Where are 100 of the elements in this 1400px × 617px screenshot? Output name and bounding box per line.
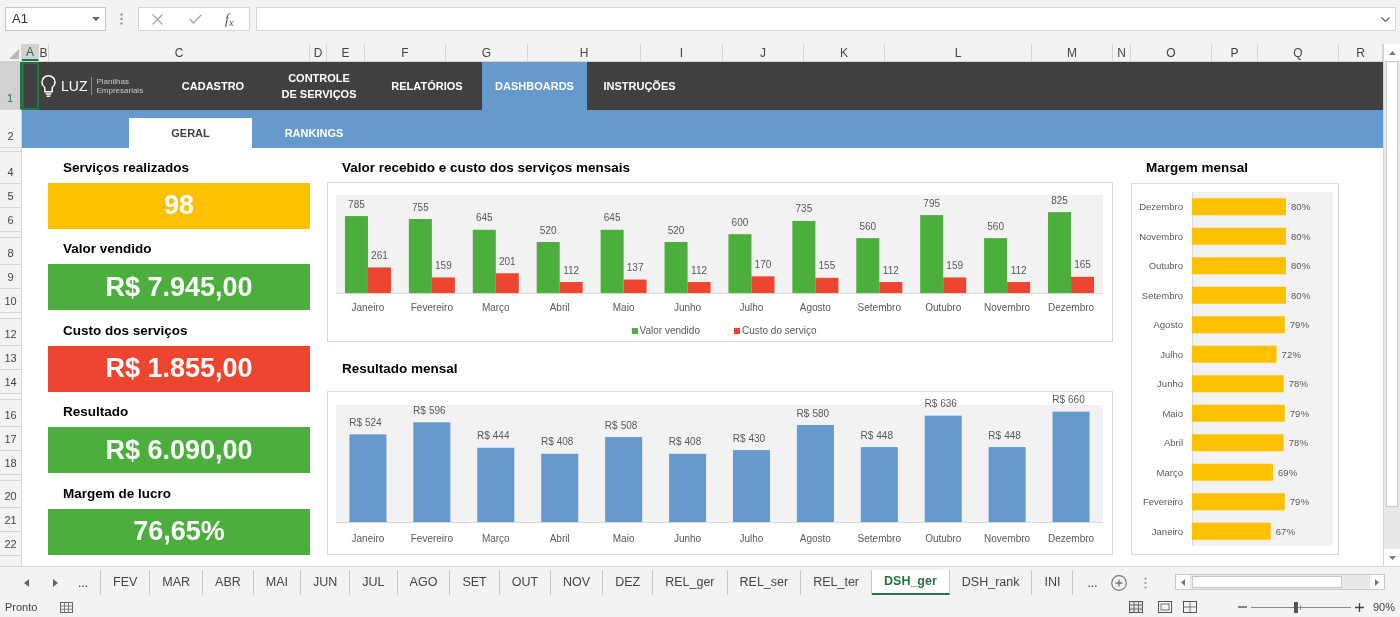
unit-label: % — [1301, 289, 1311, 301]
data-label: 660 — [1068, 394, 1085, 406]
caret-left-icon[interactable] — [1181, 578, 1185, 586]
axis-label: Fevereiro — [410, 532, 453, 544]
axis-label: Abril — [549, 301, 570, 313]
axis-label: Junho — [673, 301, 702, 313]
sheet-tab[interactable]: MAR — [150, 570, 204, 595]
data-label: 170 — [754, 258, 772, 270]
unit-label: % — [1299, 437, 1308, 449]
sheet-tab[interactable]: SET — [450, 570, 500, 595]
name-box[interactable]: A1 — [5, 7, 106, 31]
sheet-tab[interactable]: JUN — [301, 570, 351, 595]
column-header[interactable]: J — [723, 44, 804, 61]
sheet-tab[interactable]: DSH_ger — [872, 570, 950, 595]
axis-label: Dezembro — [1047, 532, 1095, 544]
column-header[interactable]: M — [1032, 44, 1113, 61]
data-label: 408 — [684, 436, 702, 448]
sheet-tab[interactable]: DSH_rank — [949, 570, 1033, 595]
unit-label: % — [1286, 525, 1296, 537]
slider-thumb[interactable] — [1294, 601, 1299, 613]
horizontal-scrollbar[interactable] — [1175, 574, 1385, 590]
axis-label: Agosto — [1153, 319, 1183, 331]
data-label: 155 — [818, 260, 836, 272]
grid-icon[interactable] — [1128, 601, 1143, 613]
data-label: 448 — [1004, 429, 1021, 441]
caret-down-icon[interactable] — [1388, 555, 1396, 560]
caret-up-icon[interactable] — [1388, 50, 1396, 55]
column-header[interactable]: B — [39, 44, 49, 61]
row-header[interactable]: 1 — [0, 62, 22, 110]
zoom-slider[interactable] — [1250, 601, 1351, 613]
chart-title: Margem mensal — [1146, 160, 1249, 176]
legend-label: Custo do serviço — [741, 325, 817, 337]
sheet-tab[interactable]: FEV — [101, 570, 151, 595]
minus-icon[interactable] — [1237, 606, 1247, 608]
subnav-tab[interactable]: GERAL — [129, 118, 252, 148]
caret-left-icon[interactable] — [24, 578, 29, 587]
column-header[interactable]: O — [1131, 44, 1212, 61]
currency-label: R$ — [477, 430, 490, 442]
sheet-tab[interactable]: REL_ser — [727, 570, 802, 595]
column-header[interactable]: K — [804, 44, 885, 61]
data-label: 112 — [563, 264, 580, 276]
axis-label: Setembro — [857, 301, 901, 313]
column-header[interactable]: P — [1212, 44, 1258, 61]
axis-label: Março — [481, 301, 510, 313]
spreadsheet-icon[interactable] — [60, 601, 74, 613]
data-label: 78 — [1288, 378, 1300, 390]
data-label: 795 — [923, 197, 941, 209]
sheet-tab[interactable]: INI — [1032, 570, 1074, 595]
data-label: 261 — [371, 249, 388, 261]
axis-label: Novembro — [984, 301, 1031, 313]
axis-label: Maio — [612, 301, 635, 313]
sheet-tab[interactable]: MAI — [253, 570, 302, 595]
currency-label: R$ — [732, 432, 746, 444]
column-header[interactable]: N — [1113, 44, 1131, 61]
sheet-tab[interactable]: DEZ — [603, 570, 654, 595]
plus-icon[interactable] — [1354, 602, 1364, 612]
add-sheet-icon[interactable] — [1111, 574, 1128, 591]
chevron-down-icon[interactable] — [1381, 16, 1390, 22]
column-header[interactable]: H — [528, 44, 641, 61]
more-tabs-button[interactable]: ... — [1087, 576, 1098, 589]
scroll-thumb[interactable] — [1192, 576, 1342, 588]
zoom-level[interactable]: 90% — [1372, 601, 1395, 613]
currency-label: R$ — [924, 398, 938, 410]
page-layout-icon[interactable] — [1157, 601, 1172, 613]
vertical-scrollbar[interactable] — [1383, 44, 1400, 566]
caret-right-icon[interactable] — [1375, 578, 1379, 586]
sheet-tab[interactable]: AGO — [397, 570, 451, 595]
axis-label: Outubro — [925, 301, 962, 313]
sheet-tab[interactable]: JUL — [350, 570, 398, 595]
column-header[interactable]: Q — [1258, 44, 1339, 61]
kpi-card: R$ 1.855,00 — [48, 345, 310, 392]
column-header[interactable]: G — [446, 44, 528, 61]
column-header[interactable]: L — [885, 44, 1032, 61]
check-icon[interactable] — [189, 14, 202, 24]
axis-label: Junho — [1157, 378, 1183, 390]
column-header[interactable]: E — [327, 44, 365, 61]
data-label: 112 — [1010, 264, 1027, 276]
column-header[interactable]: D — [310, 44, 327, 61]
sheet-tab[interactable]: ABR — [203, 570, 254, 595]
sheet-tab[interactable]: REL_ger — [653, 570, 728, 595]
close-icon[interactable] — [152, 13, 163, 25]
formula-input[interactable] — [256, 7, 1396, 31]
scroll-thumb[interactable] — [1386, 61, 1398, 507]
axis-label: Agosto — [799, 532, 831, 544]
column-header[interactable]: A — [22, 44, 39, 61]
page-break-icon[interactable] — [1182, 601, 1197, 613]
drag-handle-icon — [1144, 576, 1148, 589]
kpi-card: R$ 7.945,00 — [48, 264, 310, 310]
column-header[interactable]: I — [641, 44, 723, 61]
logo-text: LUZ — [61, 79, 88, 93]
data-label: 80 — [1291, 201, 1302, 213]
sheet-tab[interactable]: NOV — [551, 570, 604, 595]
column-header[interactable]: F — [365, 44, 446, 61]
insert-function-button[interactable]: f$_{x}$ — [225, 8, 234, 30]
caret-right-icon[interactable] — [53, 578, 58, 587]
sheet-tab[interactable]: OUT — [499, 570, 552, 595]
column-header[interactable]: C — [49, 44, 310, 61]
more-tabs-button[interactable]: ... — [78, 576, 88, 589]
data-label: 112 — [882, 264, 899, 276]
data-label: 79 — [1289, 319, 1301, 331]
